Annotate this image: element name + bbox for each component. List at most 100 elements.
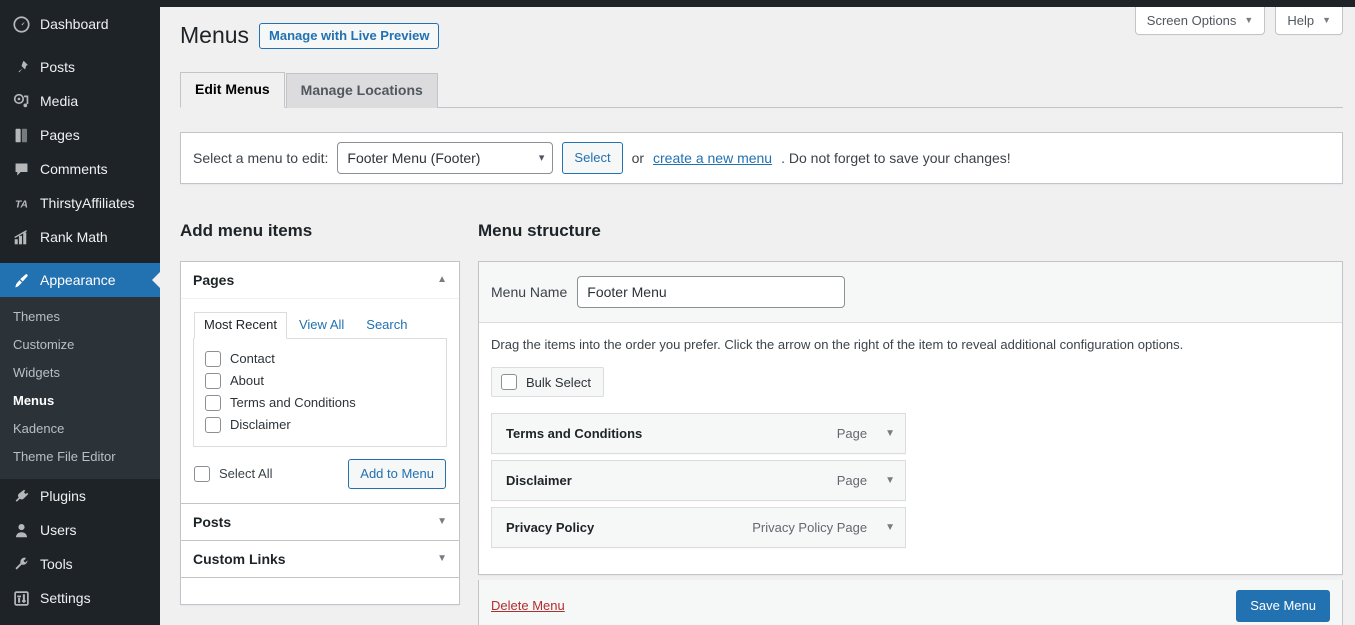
select-all-row[interactable]: Select All [194, 465, 273, 482]
page-checkbox-row[interactable]: About [205, 370, 435, 392]
sidebar-subitem-widgets[interactable]: Widgets [0, 359, 160, 387]
menu-structure-panel: Menu Name Drag the items into the order … [478, 260, 1343, 576]
page-checkbox[interactable] [205, 416, 221, 433]
settings-icon [11, 588, 31, 608]
save-menu-button[interactable]: Save Menu [1236, 589, 1330, 622]
accordion-posts: Posts ▼ [180, 502, 460, 541]
screen-options-label: Screen Options [1146, 13, 1237, 28]
pages-tab-view-all[interactable]: View All [289, 312, 354, 339]
sidebar-item-label: ThirstyAffiliates [40, 195, 135, 211]
bulk-select-checkbox[interactable] [501, 374, 517, 391]
sidebar-item-label: Appearance [40, 272, 116, 288]
sidebar-item-settings[interactable]: Settings [0, 581, 160, 615]
sidebar-subitem-kadence[interactable]: Kadence [0, 415, 160, 443]
screen-options-button[interactable]: Screen Options ▼ [1134, 7, 1266, 35]
menu-item-row[interactable]: Privacy Policy Privacy Policy Page ▼ [491, 507, 906, 549]
sidebar-item-label: Rank Math [40, 229, 108, 245]
page-checkbox[interactable] [205, 372, 221, 389]
sidebar-secondary-menu: Plugins Users Tools Settings [0, 479, 160, 615]
select-menu-wrapper: Footer Menu (Footer) ▾ [337, 142, 554, 174]
svg-text:TA: TA [15, 199, 28, 210]
sidebar-subitem-customize[interactable]: Customize [0, 331, 160, 359]
sidebar-subitem-theme-file-editor[interactable]: Theme File Editor [0, 443, 160, 471]
add-menu-items-column: Add menu items Pages ▲ Most Recent View A… [180, 219, 460, 605]
sidebar-submenu-appearance: Themes Customize Widgets Menus Kadence Theme … [0, 297, 160, 479]
accordion-posts-title: Posts [193, 513, 232, 530]
sidebar-item-tools[interactable]: Tools [0, 547, 160, 581]
select-menu-dropdown[interactable]: Footer Menu (Footer) [337, 142, 554, 174]
sidebar-item-label: Dashboard [40, 16, 109, 32]
chevron-down-icon[interactable]: ▼ [885, 428, 895, 439]
accordion-pages-header[interactable]: Pages ▲ [181, 262, 459, 299]
page-checkbox-row[interactable]: Contact [205, 348, 435, 370]
thirstyaffiliates-icon: TA [11, 193, 31, 213]
chevron-down-icon[interactable]: ▼ [437, 553, 447, 564]
accordion-custom-links-header[interactable]: Custom Links ▼ [181, 541, 459, 577]
sidebar-item-dashboard[interactable]: Dashboard [0, 7, 160, 41]
sidebar-item-rank-math[interactable]: Rank Math [0, 220, 160, 254]
menu-structure-column: Menu structure Menu Name Drag the items … [478, 219, 1343, 576]
chevron-down-icon[interactable]: ▼ [885, 522, 895, 533]
sidebar-primary-menu: Dashboard Posts Media Pages Comments TA Thirst… [0, 7, 160, 297]
page-checkbox-label: Terms and Conditions [230, 394, 356, 410]
pages-inner-tabs: Most Recent View All Search [193, 311, 447, 339]
sidebar-item-appearance[interactable]: Appearance [0, 263, 160, 297]
menu-item-row[interactable]: Terms and Conditions Page ▼ [491, 413, 906, 455]
select-menu-label: Select a menu to edit: [193, 150, 329, 166]
page-checkbox[interactable] [205, 350, 221, 367]
menu-item-row[interactable]: Disclaimer Page ▼ [491, 460, 906, 502]
sidebar-item-pages[interactable]: Pages [0, 118, 160, 152]
pages-tab-search[interactable]: Search [356, 312, 417, 339]
page-checkbox-row[interactable]: Disclaimer [205, 414, 435, 436]
chevron-down-icon: ▼ [1244, 15, 1254, 25]
sidebar-item-label: Plugins [40, 488, 86, 504]
select-button[interactable]: Select [562, 142, 623, 174]
add-to-menu-button[interactable]: Add to Menu [348, 458, 446, 489]
sidebar-active-arrow-icon [152, 272, 160, 288]
rankmath-icon [11, 227, 31, 247]
menu-name-input[interactable] [577, 275, 846, 308]
pages-tab-most-recent[interactable]: Most Recent [194, 311, 287, 339]
sidebar-item-posts[interactable]: Posts [0, 50, 160, 84]
help-button[interactable]: Help ▼ [1275, 7, 1343, 35]
chevron-down-icon[interactable]: ▼ [885, 475, 895, 486]
page-checkbox-label: Disclaimer [230, 416, 291, 432]
bulk-select-toggle[interactable]: Bulk Select [491, 367, 605, 398]
tab-manage-locations[interactable]: Manage Locations [285, 73, 438, 108]
accordion-posts-header[interactable]: Posts ▼ [181, 504, 459, 540]
create-new-menu-link[interactable]: create a new menu [653, 150, 772, 166]
menu-name-row: Menu Name [479, 261, 1342, 323]
menu-item-type: Page [836, 473, 868, 489]
page-checkbox[interactable] [205, 394, 221, 411]
sidebar-subitem-menus[interactable]: Menus [0, 387, 160, 415]
menu-item-type: Privacy Policy Page [752, 520, 868, 536]
page-checkbox-row[interactable]: Terms and Conditions [205, 392, 435, 414]
sidebar-item-plugins[interactable]: Plugins [0, 479, 160, 513]
accordion-pages: Pages ▲ Most Recent View All Search Contac… [180, 260, 460, 504]
chevron-down-icon[interactable]: ▼ [437, 516, 447, 527]
menus-tab-bar: Edit Menus Manage Locations [180, 72, 1343, 108]
manage-with-live-preview-button[interactable]: Manage with Live Preview [259, 22, 440, 49]
sidebar-item-comments[interactable]: Comments [0, 152, 160, 186]
menu-structure-body: Drag the items into the order you prefer… [479, 322, 1342, 575]
menu-item-type: Page [836, 426, 868, 442]
menu-item-meta: Page ▼ [837, 426, 895, 441]
admin-sidebar: Dashboard Posts Media Pages Comments TA Thirst… [0, 0, 160, 625]
bulk-select-label: Bulk Select [526, 374, 592, 390]
tab-edit-menus[interactable]: Edit Menus [180, 72, 285, 108]
select-menu-bar: Select a menu to edit: Footer Menu (Foot… [180, 132, 1343, 184]
sidebar-subitem-themes[interactable]: Themes [0, 303, 160, 331]
menu-item-title: Privacy Policy [506, 520, 595, 536]
menu-item-title: Terms and Conditions [506, 426, 643, 442]
select-all-checkbox[interactable] [194, 465, 210, 482]
media-icon [11, 91, 31, 111]
sidebar-item-thirstyaffiliates[interactable]: TA ThirstyAffiliates [0, 186, 160, 220]
delete-menu-link[interactable]: Delete Menu [491, 598, 565, 613]
sidebar-item-users[interactable]: Users [0, 513, 160, 547]
pin-icon [11, 57, 31, 77]
sidebar-item-media[interactable]: Media [0, 84, 160, 118]
sidebar-item-label: Media [40, 93, 79, 109]
chevron-up-icon[interactable]: ▲ [437, 274, 447, 285]
menu-item-title: Disclaimer [506, 473, 572, 489]
select-all-label: Select All [219, 466, 273, 482]
